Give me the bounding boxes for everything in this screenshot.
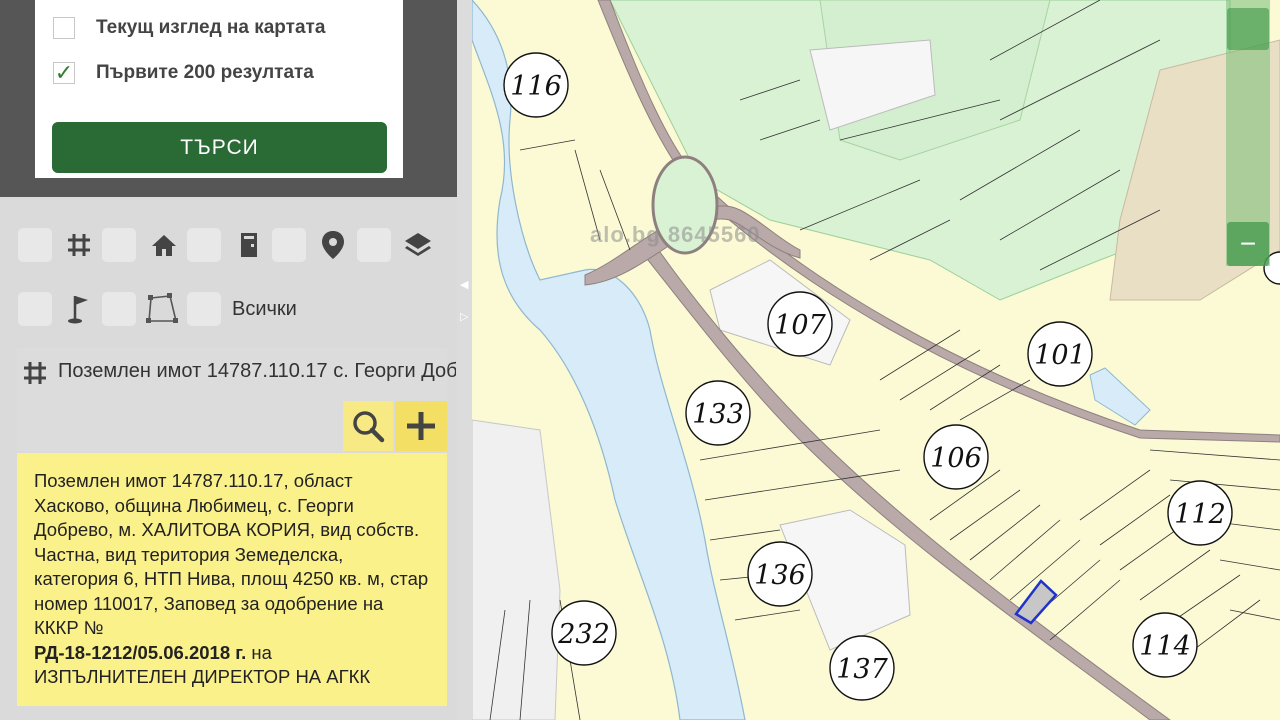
cadastral-map[interactable]: 116 107 101 133 106 112 136 232 137 114: [472, 0, 1280, 720]
first-200-checkbox[interactable]: ✓: [53, 62, 75, 84]
first-200-label: Първите 200 резултата: [96, 62, 314, 83]
search-options-card: Текущ изглед на картата ✓ Първите 200 ре…: [35, 0, 403, 178]
filter-toggle-all[interactable]: [187, 292, 221, 326]
zoom-out-button[interactable]: −: [1227, 222, 1269, 266]
grid-icon: [62, 228, 96, 262]
magnifier-icon: [353, 411, 385, 443]
zone-label-107: 107: [774, 310, 826, 341]
zone-label-133: 133: [692, 399, 744, 430]
collapse-left-icon[interactable]: ◀: [460, 278, 468, 291]
filter-toggle-door[interactable]: [187, 228, 221, 262]
result-title[interactable]: Поземлен имот 14787.110.17 с. Георги Доб…: [58, 360, 456, 383]
zoom-to-result-button[interactable]: [343, 401, 393, 451]
order-number: РД-18-1212/05.06.2018 г.: [34, 641, 247, 663]
zone-label-136: 136: [754, 560, 806, 591]
description-connector: на: [246, 641, 272, 663]
issuer-text: ИЗПЪЛНИТЕЛЕН ДИРЕКТОР НА АГКК: [34, 666, 371, 687]
current-view-option[interactable]: Текущ изглед на картата: [53, 17, 325, 39]
zoom-in-button[interactable]: [1227, 8, 1269, 50]
plus-icon: [407, 412, 435, 440]
filter-toggle-flag[interactable]: [18, 292, 52, 326]
polygon-icon: [145, 292, 179, 326]
panel-splitter[interactable]: ◀ ▷: [457, 0, 472, 720]
zone-label-101: 101: [1034, 340, 1086, 371]
expand-right-icon[interactable]: ▷: [460, 310, 468, 323]
flag-icon: [62, 292, 96, 326]
check-mark-icon: ✓: [54, 60, 74, 85]
current-view-checkbox[interactable]: [53, 17, 75, 39]
filter-toggle-location[interactable]: [272, 228, 306, 262]
grid-icon: [22, 360, 48, 391]
filter-toggle-home[interactable]: [102, 228, 136, 262]
location-pin-icon: [316, 228, 350, 262]
zone-label-112: 112: [1174, 499, 1226, 530]
filter-toggle-layers[interactable]: [357, 228, 391, 262]
search-button[interactable]: ТЪРСИ: [52, 122, 387, 173]
zone-label-106: 106: [930, 443, 982, 474]
add-result-button[interactable]: [395, 401, 447, 451]
zone-label-114: 114: [1139, 631, 1191, 662]
description-text: Поземлен имот 14787.110.17, област Хаско…: [34, 470, 429, 638]
watermark: alo.bg 8645560: [590, 222, 761, 247]
zone-label-137: 137: [836, 654, 888, 685]
zone-label-232: 232: [557, 619, 610, 650]
filter-toggle-grid[interactable]: [18, 228, 52, 262]
all-filter-label: Всички: [232, 298, 297, 320]
home-icon: [147, 228, 181, 262]
door-icon: [232, 228, 266, 262]
filter-toggle-polygon[interactable]: [102, 292, 136, 326]
layers-icon: [401, 228, 435, 262]
left-panel: Текущ изглед на картата ✓ Първите 200 ре…: [0, 0, 457, 720]
result-description: Поземлен имот 14787.110.17, област Хаско…: [17, 453, 447, 706]
current-view-label: Текущ изглед на картата: [96, 17, 326, 38]
map-canvas: 116 107 101 133 106 112 136 232 137 114: [472, 0, 1280, 720]
first-200-option[interactable]: ✓ Първите 200 резултата: [53, 62, 314, 84]
zone-label-116: 116: [510, 71, 562, 102]
